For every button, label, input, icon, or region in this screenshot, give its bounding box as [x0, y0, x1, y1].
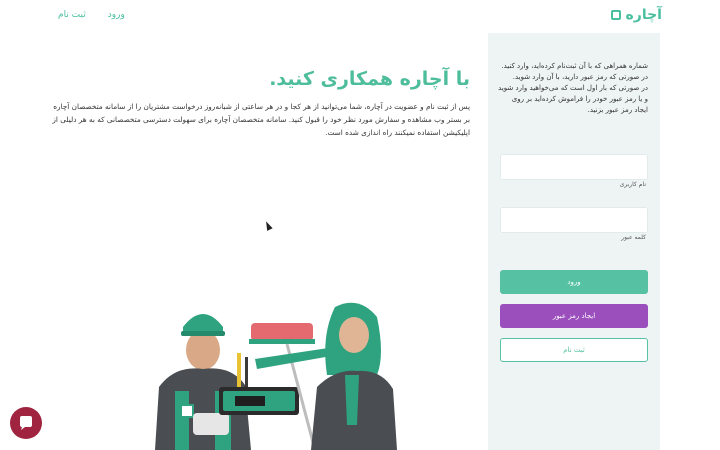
login-button[interactable]: ورود [500, 270, 648, 294]
signup-button[interactable]: ثبت نام [500, 338, 648, 362]
instruction-line-2: در صورتی که رمز عبور دارید، با آن وارد ش… [512, 73, 648, 81]
password-label: کلمه عبور [621, 234, 646, 241]
login-instructions: شماره همراهی که با آن ثبت‌نام کرده‌اید، … [498, 61, 648, 116]
header: آچاره ورود ثبت نام [0, 0, 720, 32]
man-worker-figure [155, 314, 251, 450]
nav-signup-link[interactable]: ثبت نام [58, 10, 86, 20]
password-input[interactable] [500, 207, 648, 233]
instruction-line-1: شماره همراهی که با آن ثبت‌نام کرده‌اید، … [501, 62, 648, 70]
intro-paragraph: پس از ثبت نام و عضویت در آچاره، شما می‌ت… [52, 102, 470, 137]
logo-text: آچاره [625, 7, 662, 23]
logo-mark-icon [610, 10, 621, 20]
create-password-button[interactable]: ایجاد رمز عبور [500, 304, 648, 328]
logo[interactable]: آچاره [609, 7, 662, 23]
login-panel: شماره همراهی که با آن ثبت‌نام کرده‌اید، … [488, 33, 660, 450]
username-input[interactable] [500, 154, 648, 180]
chat-bubble-icon [20, 416, 32, 430]
chat-button[interactable] [10, 407, 42, 439]
username-label: نام کاربری [619, 181, 646, 188]
instruction-line-3: در صورتی که بار اول است که می‌خواهید وار… [498, 84, 648, 114]
woman-worker-figure [311, 302, 397, 450]
top-nav: ورود ثبت نام [58, 10, 125, 20]
nav-login-link[interactable]: ورود [108, 10, 125, 20]
page-headline: با آچاره همکاری کنید. [269, 68, 470, 90]
mouse-cursor-icon [263, 220, 273, 231]
workers-illustration [155, 302, 397, 450]
